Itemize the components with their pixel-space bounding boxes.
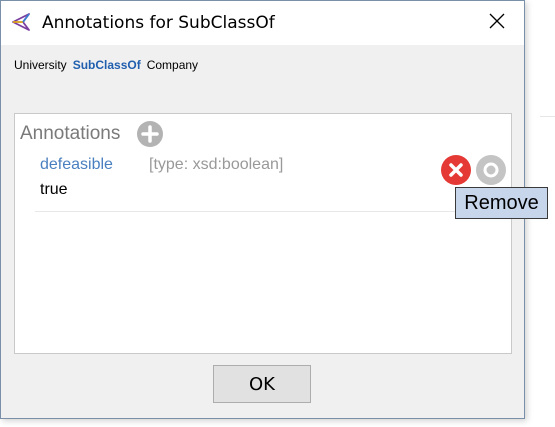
ok-button[interactable]: OK <box>213 365 311 403</box>
axiom-description: University SubClassOf Company <box>14 58 198 72</box>
annotation-row: defeasible [type: xsd:boolean] true <box>35 154 515 212</box>
annotation-property[interactable]: defeasible <box>40 156 113 174</box>
add-annotation-button[interactable] <box>136 120 164 148</box>
annotations-panel: Annotations defeasible [type: xsd:boolea… <box>14 113 515 354</box>
remove-annotation-button[interactable] <box>440 154 472 186</box>
axiom-object: Company <box>146 58 199 72</box>
close-button[interactable] <box>479 7 515 39</box>
row-divider <box>35 211 515 212</box>
annotations-header: Annotations <box>20 123 121 144</box>
background-divider <box>540 116 555 117</box>
window-title: Annotations for SubClassOf <box>42 13 275 33</box>
options-icon <box>476 155 506 185</box>
annotation-value: true <box>40 181 68 198</box>
title-bar[interactable]: Annotations for SubClassOf <box>1 1 524 45</box>
close-icon <box>489 13 505 34</box>
protege-icon <box>11 12 31 32</box>
annotations-dialog: Annotations for SubClassOf University Sub… <box>0 0 525 419</box>
remove-icon <box>441 155 471 185</box>
remove-tooltip: Remove <box>455 187 548 219</box>
plus-circle-icon <box>137 121 163 147</box>
annotation-type: [type: xsd:boolean] <box>149 156 284 173</box>
axiom-relation: SubClassOf <box>72 58 141 72</box>
annotation-options-button[interactable] <box>475 154 507 186</box>
axiom-subject: University <box>14 58 67 72</box>
